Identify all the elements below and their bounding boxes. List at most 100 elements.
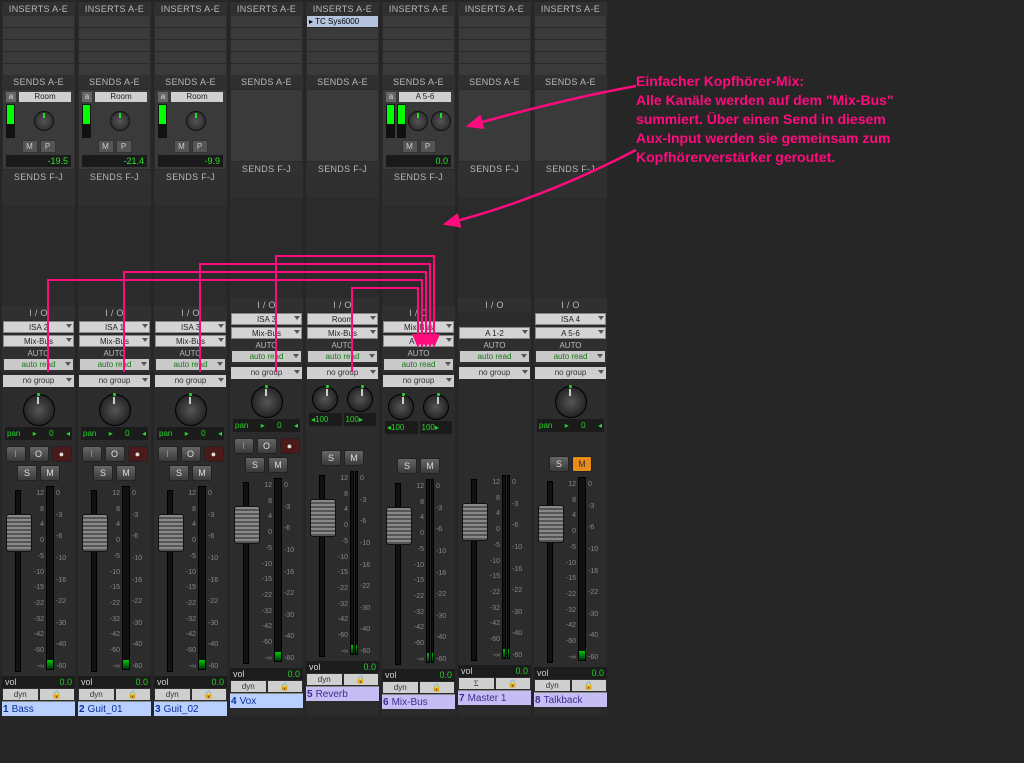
insert-slot[interactable] xyxy=(231,16,302,27)
group-selector[interactable]: no group xyxy=(79,375,150,387)
group-selector[interactable]: no group xyxy=(383,375,454,387)
insert-slot[interactable] xyxy=(459,52,530,63)
input-monitor-button[interactable]: I xyxy=(234,438,254,454)
io-output[interactable]: A 1-2 xyxy=(459,327,530,339)
insert-slot[interactable] xyxy=(535,52,606,63)
sends-fj-area[interactable] xyxy=(78,184,151,206)
record-arm-button[interactable]: ● xyxy=(280,438,300,454)
auto-mode-selector[interactable]: auto read xyxy=(156,359,225,370)
send-block-empty[interactable] xyxy=(231,90,302,161)
insert-slot[interactable] xyxy=(3,16,74,27)
insert-slot[interactable] xyxy=(383,40,454,51)
send-mute[interactable]: M xyxy=(22,140,38,153)
insert-slot[interactable] xyxy=(307,28,378,39)
send-block-empty[interactable] xyxy=(459,90,530,161)
group-selector[interactable]: no group xyxy=(231,367,302,379)
auto-mode-selector[interactable]: auto read xyxy=(4,359,73,370)
auto-mode-selector[interactable]: auto read xyxy=(460,351,529,362)
insert-slot[interactable] xyxy=(535,40,606,51)
dyn-button[interactable]: dyn xyxy=(383,682,418,693)
lock-button[interactable]: 🔒 xyxy=(572,680,607,691)
input-monitor-button[interactable]: I xyxy=(82,446,102,462)
insert-slot[interactable] xyxy=(383,64,454,75)
sends-fj-area[interactable] xyxy=(230,176,303,198)
io-input[interactable]: Mix-Bus xyxy=(383,321,454,333)
insert-slot[interactable] xyxy=(3,52,74,63)
pan-knob-l[interactable] xyxy=(388,394,414,420)
record-arm-button[interactable]: ● xyxy=(204,446,224,462)
lock-button[interactable]: 🔒 xyxy=(116,689,151,700)
insert-slot[interactable] xyxy=(155,16,226,27)
pan-knob[interactable] xyxy=(555,386,587,418)
solo-button[interactable]: S xyxy=(17,465,37,481)
track-name[interactable]: 3Guit_02 xyxy=(154,701,227,716)
solo-button[interactable]: S xyxy=(245,457,265,473)
track-name[interactable]: 4Vox xyxy=(230,693,303,708)
insert-slot[interactable] xyxy=(79,64,150,75)
insert-slot[interactable] xyxy=(155,52,226,63)
send-pan-knob[interactable] xyxy=(431,111,451,131)
input-monitor-button[interactable]: I xyxy=(6,446,26,462)
io-output[interactable]: Mix-Bus xyxy=(307,327,378,339)
dyn-button[interactable]: dyn xyxy=(307,674,342,685)
solo-button[interactable]: S xyxy=(321,450,341,466)
track-name[interactable]: 1Bass xyxy=(2,701,75,716)
io-input[interactable]: ISA 2 xyxy=(3,321,74,333)
group-selector[interactable]: no group xyxy=(307,367,378,379)
fader[interactable] xyxy=(156,486,182,674)
auto-mode-selector[interactable]: auto read xyxy=(308,351,377,362)
send-block-empty[interactable] xyxy=(535,90,606,161)
io-input[interactable]: ISA 3 xyxy=(231,313,302,325)
sends-fj-area[interactable] xyxy=(382,184,455,206)
io-input[interactable]: ISA 4 xyxy=(535,313,606,325)
pan-knob-r[interactable] xyxy=(423,394,449,420)
lock-button[interactable]: 🔒 xyxy=(496,678,531,689)
mute-button[interactable]: M xyxy=(344,450,364,466)
insert-slot[interactable] xyxy=(459,64,530,75)
fader[interactable] xyxy=(4,486,30,674)
track-name[interactable]: 5Reverb xyxy=(306,686,379,701)
insert-slot[interactable] xyxy=(231,28,302,39)
io-output[interactable]: Mix-Bus xyxy=(155,335,226,347)
send-level-knob[interactable] xyxy=(34,111,54,131)
insert-slot[interactable] xyxy=(459,40,530,51)
send-level-knob[interactable] xyxy=(408,111,428,131)
send-pre[interactable]: P xyxy=(192,140,208,153)
send-level-knob[interactable] xyxy=(186,111,206,131)
insert-slot[interactable] xyxy=(307,40,378,51)
send-pre[interactable]: P xyxy=(116,140,132,153)
mute-button[interactable]: M xyxy=(268,457,288,473)
send-level-knob[interactable] xyxy=(110,111,130,131)
solo-button[interactable]: S xyxy=(93,465,113,481)
insert-slot[interactable] xyxy=(307,52,378,63)
dyn-button[interactable]: dyn xyxy=(535,680,570,691)
fader[interactable] xyxy=(308,471,334,659)
solo-button[interactable]: S xyxy=(397,458,417,474)
pan-knob[interactable] xyxy=(23,394,55,426)
pan-knob[interactable] xyxy=(175,394,207,426)
fader[interactable] xyxy=(460,475,486,663)
lock-button[interactable]: 🔒 xyxy=(344,674,379,685)
lock-button[interactable]: 🔒 xyxy=(40,689,75,700)
auto-mode-selector[interactable]: auto read xyxy=(384,359,453,370)
insert-slot[interactable] xyxy=(383,28,454,39)
sends-fj-area[interactable] xyxy=(154,184,227,206)
insert-slot[interactable] xyxy=(79,16,150,27)
record-arm-button[interactable]: ● xyxy=(52,446,72,462)
output-monitor-button[interactable]: O xyxy=(105,446,125,462)
fader[interactable] xyxy=(232,478,258,666)
dyn-button[interactable]: dyn xyxy=(231,681,266,692)
io-output[interactable]: Mix-Bus xyxy=(79,335,150,347)
mute-button[interactable]: M xyxy=(572,456,592,472)
sends-fj-area[interactable] xyxy=(458,176,531,198)
input-monitor-button[interactable]: I xyxy=(158,446,178,462)
insert-slot[interactable] xyxy=(155,64,226,75)
lock-button[interactable]: 🔒 xyxy=(268,681,303,692)
io-output[interactable]: A 5-6 xyxy=(535,327,606,339)
insert-slot[interactable] xyxy=(155,28,226,39)
dyn-button[interactable]: dyn xyxy=(3,689,38,700)
auto-mode-selector[interactable]: auto read xyxy=(80,359,149,370)
send-pre[interactable]: P xyxy=(40,140,56,153)
mute-button[interactable]: M xyxy=(40,465,60,481)
pan-knob[interactable] xyxy=(99,394,131,426)
